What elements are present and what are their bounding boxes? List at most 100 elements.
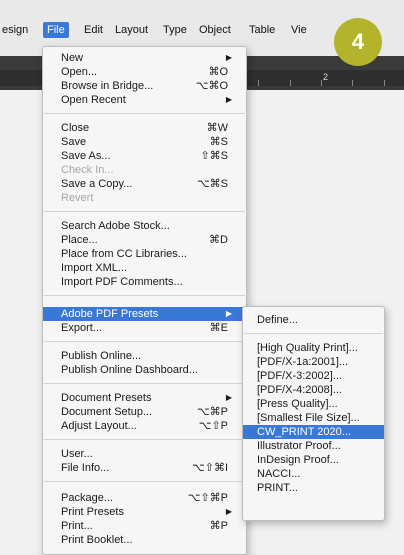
menubar-item-edit[interactable]: Edit <box>84 22 103 38</box>
menu-item-save[interactable]: Save ⌘S <box>43 135 246 149</box>
pdf-presets-submenu: Define... [High Quality Print]... [PDF/X… <box>242 306 385 521</box>
menu-item-publish-online[interactable]: Publish Online... <box>43 349 246 363</box>
menu-separator <box>44 211 245 212</box>
menu-item-import-xml[interactable]: Import XML... <box>43 261 246 275</box>
menu-item-label: File Info... <box>61 462 110 474</box>
menu-item-print[interactable]: Print... ⌘P <box>43 519 246 533</box>
menu-item-document-presets[interactable]: Document Presets ▶ <box>43 391 246 405</box>
menu-item-shortcut: ⌥⌘P <box>196 406 228 418</box>
menu-item-file-info[interactable]: File Info... ⌥⇧⌘I <box>43 461 246 475</box>
menu-item-shortcut: ⌥⌘S <box>196 178 228 190</box>
menu-item-adjust-layout[interactable]: Adjust Layout... ⌥⇧P <box>43 419 246 433</box>
submenu-item-high-quality-print[interactable]: [High Quality Print]... <box>243 341 384 355</box>
menu-item-place[interactable]: Place... ⌘D <box>43 233 246 247</box>
menu-item-label: Print... <box>61 520 93 532</box>
menubar-item-file[interactable]: File <box>43 22 69 38</box>
ruler-label: 2 <box>323 72 329 82</box>
menu-item-shortcut: ⌥⇧⌘P <box>187 492 228 504</box>
menu-item-label: Check In... <box>61 164 114 176</box>
menu-item-document-setup[interactable]: Document Setup... ⌥⌘P <box>43 405 246 419</box>
ruler-tick <box>258 80 259 86</box>
menu-item-label: Adjust Layout... <box>61 420 137 432</box>
menu-item-check-in: Check In... <box>43 163 246 177</box>
menubar-item-object[interactable]: Object <box>199 22 231 38</box>
menu-item-user[interactable]: User... <box>43 447 246 461</box>
submenu-item-label: InDesign Proof... <box>257 454 339 466</box>
menu-item-label: Import XML... <box>61 262 128 274</box>
menu-item-label: Publish Online... <box>61 350 142 362</box>
menu-item-label: Export... <box>61 322 102 334</box>
ruler-tick <box>321 80 322 86</box>
menu-item-shortcut: ⌥⌘O <box>195 80 228 92</box>
menu-item-print-presets[interactable]: Print Presets ▶ <box>43 505 246 519</box>
submenu-item-nacci[interactable]: NACCI... <box>243 467 384 481</box>
menubar-item-view[interactable]: Vie <box>291 22 307 38</box>
triangle-right-icon: ▶ <box>225 507 232 516</box>
submenu-item-pdf-x-1a[interactable]: [PDF/X-1a:2001]... <box>243 355 384 369</box>
menu-item-label: Document Setup... <box>61 406 153 418</box>
menu-item-save-as[interactable]: Save As... ⇧⌘S <box>43 149 246 163</box>
menubar-item-table[interactable]: Table <box>249 22 275 38</box>
menu-item-print-booklet[interactable]: Print Booklet... <box>43 533 246 547</box>
ruler-tick <box>352 80 353 86</box>
menu-item-shortcut: ⌥⇧P <box>198 420 228 432</box>
menubar-item-layout[interactable]: Layout <box>115 22 148 38</box>
ruler-tick <box>384 80 385 86</box>
menu-item-label: Save a Copy... <box>61 178 133 190</box>
menu-item-search-adobe-stock[interactable]: Search Adobe Stock... <box>43 219 246 233</box>
menu-separator <box>44 113 245 114</box>
menubar-item-type[interactable]: Type <box>163 22 187 38</box>
menubar-item-design[interactable]: esign <box>2 22 28 38</box>
submenu-item-pdf-x-3[interactable]: [PDF/X-3:2002]... <box>243 369 384 383</box>
submenu-item-label: [Smallest File Size]... <box>257 412 360 424</box>
menu-item-label: Document Presets <box>61 392 152 404</box>
menu-item-label: Place... <box>61 234 98 246</box>
triangle-right-icon: ▶ <box>225 393 232 402</box>
menu-item-label: New <box>61 52 84 64</box>
menu-item-open-recent[interactable]: Open Recent ▶ <box>43 93 246 107</box>
menu-item-place-from-cc-libraries[interactable]: Place from CC Libraries... <box>43 247 246 261</box>
menu-item-export[interactable]: Export... ⌘E <box>43 321 246 335</box>
menu-item-browse-in-bridge[interactable]: Browse in Bridge... ⌥⌘O <box>43 79 246 93</box>
menu-item-adobe-pdf-presets[interactable]: Adobe PDF Presets ▶ <box>43 307 246 321</box>
submenu-item-label: CW_PRINT 2020... <box>257 426 351 438</box>
menu-item-new[interactable]: New ▶ <box>43 51 246 65</box>
submenu-item-print[interactable]: PRINT... <box>243 481 384 495</box>
submenu-item-label: [High Quality Print]... <box>257 342 358 354</box>
menu-item-package[interactable]: Package... ⌥⇧⌘P <box>43 491 246 505</box>
menu-item-label: Open... <box>61 66 98 78</box>
triangle-right-icon: ▶ <box>225 95 232 104</box>
menu-item-shortcut: ⌘D <box>209 234 228 246</box>
menu-item-publish-online-dashboard[interactable]: Publish Online Dashboard... <box>43 363 246 377</box>
submenu-item-define[interactable]: Define... <box>243 313 384 327</box>
step-number-badge: 4 <box>334 18 382 66</box>
triangle-right-icon: ▶ <box>225 309 232 318</box>
submenu-item-label: Define... <box>257 314 298 326</box>
menu-item-label: Search Adobe Stock... <box>61 220 170 232</box>
submenu-item-label: [PDF/X-3:2002]... <box>257 370 342 382</box>
menu-separator <box>244 333 383 334</box>
submenu-item-pdf-x-4[interactable]: [PDF/X-4:2008]... <box>243 383 384 397</box>
menu-item-shortcut: ⌘P <box>209 520 228 532</box>
ruler-tick <box>290 80 291 86</box>
submenu-item-label: PRINT... <box>257 482 298 494</box>
menu-item-label: Close <box>61 122 90 134</box>
submenu-item-cw-print-2020[interactable]: CW_PRINT 2020... <box>243 425 384 439</box>
submenu-item-press-quality[interactable]: [Press Quality]... <box>243 397 384 411</box>
submenu-item-indesign-proof[interactable]: InDesign Proof... <box>243 453 384 467</box>
menu-item-open[interactable]: Open... ⌘O <box>43 65 246 79</box>
menu-item-shortcut: ⌘E <box>209 322 228 334</box>
submenu-item-smallest-file-size[interactable]: [Smallest File Size]... <box>243 411 384 425</box>
submenu-item-label: Illustrator Proof... <box>257 440 341 452</box>
submenu-item-label: [PDF/X-1a:2001]... <box>257 356 349 368</box>
submenu-item-illustrator-proof[interactable]: Illustrator Proof... <box>243 439 384 453</box>
menu-item-label: User... <box>61 448 93 460</box>
menu-item-import-pdf-comments[interactable]: Import PDF Comments... <box>43 275 246 289</box>
triangle-right-icon: ▶ <box>225 53 232 62</box>
menu-separator <box>44 439 245 440</box>
menu-item-save-a-copy[interactable]: Save a Copy... ⌥⌘S <box>43 177 246 191</box>
menu-separator <box>44 481 245 482</box>
file-menu: New ▶ Open... ⌘O Browse in Bridge... ⌥⌘O… <box>42 46 247 555</box>
menu-item-label: Print Presets <box>61 506 124 518</box>
menu-item-close[interactable]: Close ⌘W <box>43 121 246 135</box>
